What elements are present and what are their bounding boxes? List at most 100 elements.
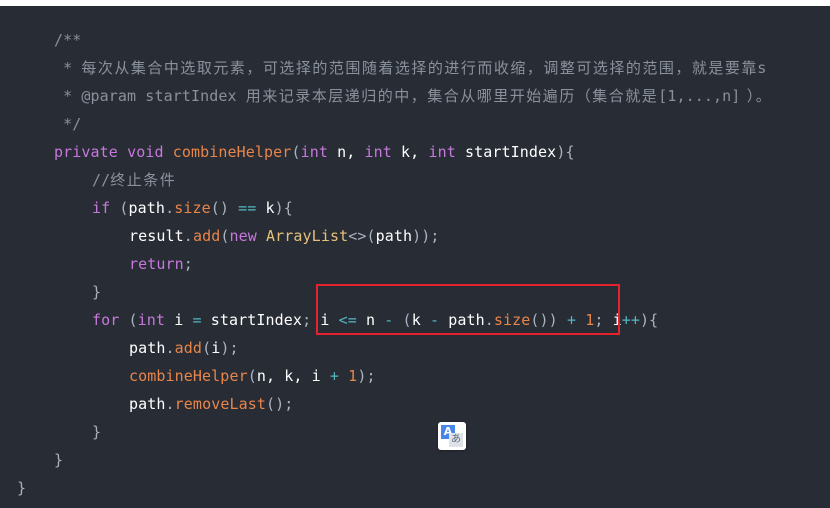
code-token: 1 <box>348 367 358 385</box>
code-line: result.add(new ArrayList<>(path)); <box>129 222 440 250</box>
code-token: add <box>192 227 221 245</box>
code-token: * @param startIndex <box>54 87 246 105</box>
code-token: == <box>238 199 257 217</box>
code-token: 1 <box>585 311 595 329</box>
code-token: ); <box>220 339 239 357</box>
code-token: <> <box>348 227 367 245</box>
code-token: ; <box>183 255 193 273</box>
code-token: // <box>92 171 111 189</box>
code-token: path <box>129 339 166 357</box>
code-line: } <box>92 278 101 306</box>
code-token: } <box>54 451 64 469</box>
code-token: ()) <box>530 311 567 329</box>
code-block: /** * 每次从集合中选取元素，可选择的范围随着选择的进行而收缩，调整可选择的… <box>0 6 830 508</box>
code-token: private <box>54 143 118 161</box>
code-token: int <box>300 143 328 161</box>
code-token: n, <box>327 143 365 161</box>
code-token: n, k, i <box>256 367 330 385</box>
code-token: void <box>127 143 164 161</box>
code-token: result <box>129 227 184 245</box>
code-token: ){ <box>640 311 659 329</box>
code-token: <= <box>338 311 357 329</box>
code-token: int <box>428 143 456 161</box>
code-token: . <box>165 339 175 357</box>
code-token: } <box>17 479 27 497</box>
code-token: */ <box>54 115 82 133</box>
code-line: for (int i = startIndex; i <= n - (k - p… <box>92 306 658 334</box>
code-line: path.add(i); <box>129 334 239 362</box>
code-token: + <box>329 367 340 385</box>
code-token: . <box>165 395 175 413</box>
code-token: ( <box>119 311 138 329</box>
code-token: ( <box>247 367 257 385</box>
code-token: (); <box>265 395 294 413</box>
code-token: add <box>174 339 203 357</box>
code-token: path <box>129 395 166 413</box>
code-token: for <box>92 311 120 329</box>
code-token: + <box>566 311 577 329</box>
code-token: - <box>429 311 440 329</box>
code-token: ( <box>291 143 301 161</box>
code-token: = <box>192 311 202 329</box>
code-line: //终止条件 <box>92 166 176 194</box>
code-token: } <box>92 423 102 441</box>
code-token: k, <box>391 143 429 161</box>
code-token: . <box>183 227 193 245</box>
code-token: ); <box>357 367 376 385</box>
code-token: } <box>92 283 102 301</box>
code-token: k <box>256 199 275 217</box>
code-token: ){ <box>556 143 575 161</box>
code-line: private void combineHelper(int n, int k,… <box>54 138 575 166</box>
code-token: . <box>165 199 175 217</box>
code-token: [1,...,n] <box>658 87 741 105</box>
code-token: combineHelper <box>129 367 248 385</box>
code-token: return <box>129 255 184 273</box>
code-token: path <box>439 311 485 329</box>
code-token: ）。 <box>740 87 773 105</box>
code-token: 每次从集合中选取元素，可选择的范围随着选择的进行而收缩，调整可选择的范围，就是要… <box>81 59 768 77</box>
code-token: ; <box>302 311 321 329</box>
code-token: () <box>210 199 239 217</box>
code-token: * <box>54 59 82 77</box>
code-token: ( <box>366 227 376 245</box>
code-token: ( <box>110 199 129 217</box>
code-line: * 每次从集合中选取元素，可选择的范围随着选择的进行而收缩，调整可选择的范围，就… <box>54 54 767 82</box>
code-token: 终止条件 <box>110 171 177 189</box>
code-line: /** <box>54 26 81 54</box>
code-token: ; <box>594 311 613 329</box>
code-token: /** <box>54 31 82 49</box>
code-token: )); <box>412 227 440 245</box>
code-line: } <box>17 474 26 502</box>
code-token: ArrayList <box>266 227 349 245</box>
code-token: 用来记录本层递归的中，集合从哪里开始遍历（集合就是 <box>245 87 659 105</box>
code-token: i <box>165 311 193 329</box>
code-token: combineHelper <box>172 143 292 161</box>
google-translate-icon-secondary: あ <box>449 433 463 447</box>
code-token: ++ <box>621 311 641 329</box>
code-line: * @param startIndex 用来记录本层递归的中，集合从哪里开始遍历… <box>54 82 772 110</box>
code-line: path.removeLast(); <box>129 390 293 418</box>
code-token: removeLast <box>174 395 266 413</box>
code-token: i <box>320 311 339 329</box>
code-line: if (path.size() == k){ <box>92 194 293 222</box>
code-token: startIndex <box>455 143 557 161</box>
code-line: return; <box>129 250 193 278</box>
code-token: if <box>92 199 111 217</box>
code-token: n <box>356 311 385 329</box>
code-token: . <box>484 311 494 329</box>
code-token: ){ <box>274 199 293 217</box>
code-token: ( <box>393 311 412 329</box>
code-token: path <box>375 227 413 245</box>
code-line: */ <box>54 110 81 138</box>
code-line: } <box>92 418 101 446</box>
code-token: i <box>612 311 622 329</box>
code-token: ( <box>202 339 212 357</box>
translate-button[interactable]: A あ <box>438 422 466 450</box>
code-token: path <box>128 199 166 217</box>
code-line: } <box>54 446 63 474</box>
